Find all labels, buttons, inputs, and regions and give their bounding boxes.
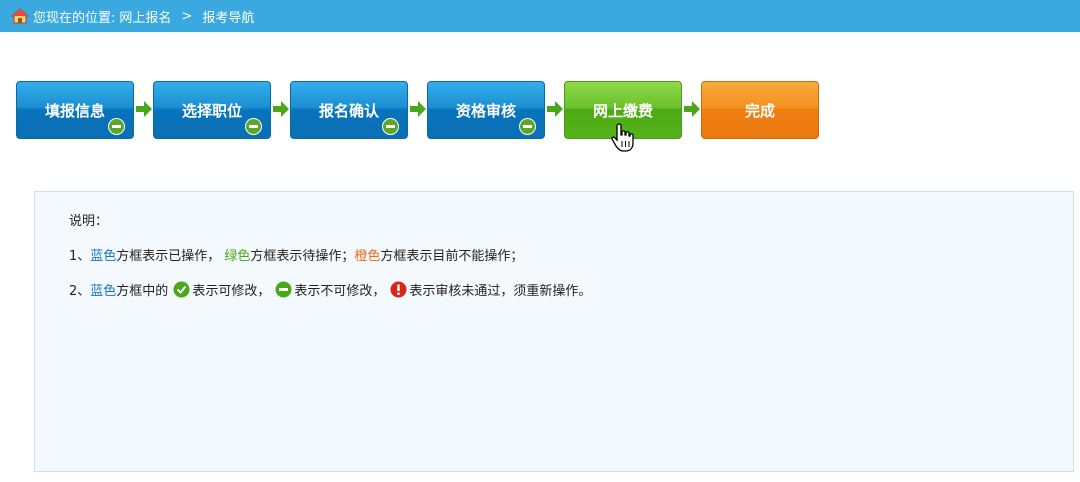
arrow-right-icon [683,100,701,118]
arrow-right-icon [135,100,153,118]
line-number: 2、 [69,284,91,299]
minus-icon [519,118,536,135]
breadcrumb: 您现在的位置: 网上报名 > 报考导航 [0,0,1080,32]
check-icon [173,281,190,298]
step-label: 资格审核 [455,101,516,120]
step-select-position-button[interactable]: 选择职位 [153,81,271,139]
arrow-right-icon [272,100,290,118]
minus-icon [382,118,399,135]
step-complete-button: 完成 [701,81,819,139]
instructions-panel: 说明： 1、 蓝色 方框表示已操作， 绿色 方框表示待操作； 橙色 方框表示目前… [34,191,1074,472]
line-number: 1、 [69,249,91,264]
blue-word: 蓝色 [90,284,117,299]
instruction-text: 表示审核未通过，须重新操作。 [409,284,592,299]
instruction-text: 表示不可修改， [294,284,386,299]
blue-word: 蓝色 [90,249,117,264]
minus-icon [275,281,292,298]
orange-word: 橙色 [354,249,381,264]
hand-cursor-icon [610,122,638,154]
green-word: 绿色 [224,249,251,264]
step-label: 网上缴费 [592,101,653,120]
instruction-text: 方框表示待操作； [250,249,355,264]
arrow-right-icon [546,100,564,118]
step-label: 报名确认 [318,101,379,120]
instruction-line-2: 2、 蓝色 方框中的 表示可修改， 表示不可修改， 表示审核未通过，须重新操作。 [69,280,591,299]
instruction-text: 方框中的 [116,284,169,299]
step-confirm-button[interactable]: 报名确认 [290,81,408,139]
instructions-title: 说明： [69,214,109,229]
exclamation-icon [390,281,407,298]
instruction-line-1: 1、 蓝色 方框表示已操作， 绿色 方框表示待操作； 橙色 方框表示目前不能操作… [69,245,523,264]
instruction-text: 方框表示已操作， [116,249,221,264]
breadcrumb-prefix: 您现在的位置: [33,10,116,26]
step-label: 完成 [744,101,775,120]
step-fill-info-button[interactable]: 填报信息 [16,81,134,139]
arrow-right-icon [409,100,427,118]
instruction-text: 方框表示目前不能操作； [380,249,524,264]
minus-icon [108,118,125,135]
breadcrumb-separator: > [181,8,193,24]
minus-icon [245,118,262,135]
breadcrumb-item-guide: 报考导航 [202,10,255,26]
home-icon [10,8,30,24]
breadcrumb-item-signup[interactable]: 网上报名 [119,7,171,26]
step-label: 填报信息 [44,101,105,120]
instruction-text: 表示可修改， [192,284,271,299]
step-label: 选择职位 [181,101,242,120]
step-qualification-button[interactable]: 资格审核 [427,81,545,139]
